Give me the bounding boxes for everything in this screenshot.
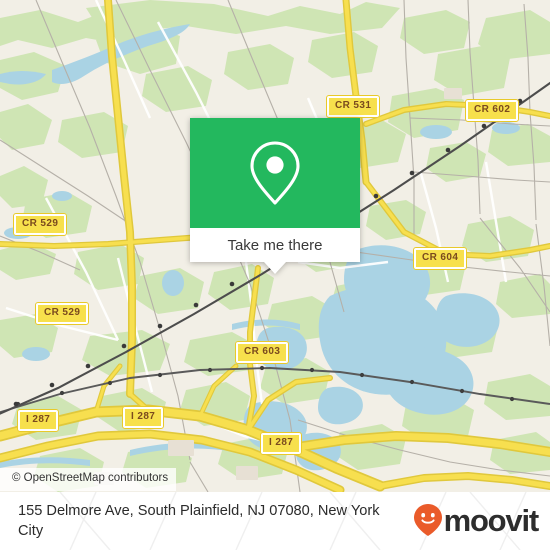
popup-action-row[interactable]: Take me there [190,228,360,262]
address-label: 155 Delmore Ave, South Plainfield, NJ 07… [18,503,380,539]
moovit-logo[interactable]: moovit [413,502,540,538]
map-screen: CR 531 CR 602 CR 529 CR 604 CR 529 CR 60… [0,0,550,550]
road-shield-i-287-west[interactable]: I 287 [16,409,60,432]
footer-bar: 155 Delmore Ave, South Plainfield, NJ 07… [0,492,550,550]
popup-pointer-tail [264,262,286,274]
destination-popup-card[interactable]: Take me there [190,118,360,274]
moovit-smiley-pin-icon [413,504,442,536]
road-shield-cr-531[interactable]: CR 531 [325,95,381,118]
road-shield-i-287-center[interactable]: I 287 [121,406,165,429]
road-shield-i-287-east[interactable]: I 287 [259,432,303,455]
map-pin-icon [250,141,300,205]
take-me-there-label: Take me there [227,236,323,254]
popup-header [190,118,360,228]
road-shield-cr-604[interactable]: CR 604 [412,247,468,270]
road-shield-cr-602[interactable]: CR 602 [464,99,520,122]
road-shield-cr-529-upper[interactable]: CR 529 [12,213,68,236]
map-canvas[interactable]: CR 531 CR 602 CR 529 CR 604 CR 529 CR 60… [0,0,550,492]
moovit-wordmark: moovit [443,502,540,538]
osm-attribution[interactable]: © OpenStreetMap contributors [0,468,177,491]
road-shield-cr-603[interactable]: CR 603 [234,341,290,364]
road-shield-cr-529-lower[interactable]: CR 529 [34,302,90,325]
